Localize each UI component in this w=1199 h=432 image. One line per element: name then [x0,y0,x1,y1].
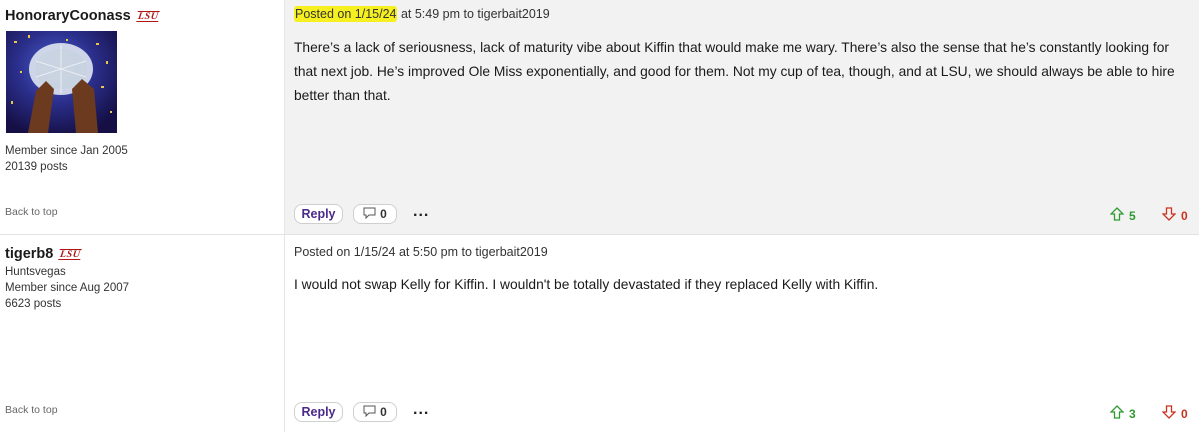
reply-button[interactable]: Reply [294,204,343,224]
downvote-button[interactable]: 0 [1161,207,1188,224]
member-since: Member since Jan 2005 [5,145,128,157]
author-username[interactable]: tigerb8 [5,246,53,262]
posted-reply-to: Posted on 1/15/24 at 5:50 pm to tigerbai… [294,245,548,259]
author-meta: Huntsvegas Member since Aug 2007 6623 po… [5,264,129,312]
back-to-top-link[interactable]: Back to top [5,404,58,416]
post-content: Posted on 1/15/24 at 5:49 pm to tigerbai… [285,0,1199,234]
post-count: 6623 posts [5,298,62,310]
post-author-panel: HonoraryCoonass LSU Member since Jan 200… [0,0,285,234]
downvote-count: 0 [1181,406,1188,421]
reply-button[interactable]: Reply [294,402,343,422]
post-count: 20139 posts [5,161,68,173]
post: HonoraryCoonass LSU Member since Jan 200… [0,0,1199,234]
author-meta: Member since Jan 2005 20139 posts [5,143,128,175]
author-username-row: HonoraryCoonass LSU [5,8,160,24]
more-options-button[interactable]: ... [413,401,429,419]
author-location: Huntsvegas [5,266,66,278]
comment-count: 0 [380,207,387,221]
upvote-button[interactable]: 5 [1109,207,1136,224]
back-to-top-link[interactable]: Back to top [5,206,58,218]
downvote-button[interactable]: 0 [1161,405,1188,422]
arrow-down-icon [1161,405,1177,422]
post-body: I would not swap Kelly for Kiffin. I wou… [294,277,879,292]
member-since: Member since Aug 2007 [5,282,130,294]
post-timestamp: Posted on 1/15/24 at 5:50 pm to tigerbai… [294,245,548,259]
author-username[interactable]: HonoraryCoonass [5,8,131,24]
downvote-count: 0 [1181,208,1188,223]
post-author-panel: tigerb8 LSU Huntsvegas Member since Aug … [0,235,285,432]
team-badge: LSU [135,10,160,22]
avatar [6,31,117,133]
post-content: Posted on 1/15/24 at 5:50 pm to tigerbai… [285,235,1199,432]
posted-reply-to: at 5:49 pm to tigerbait2019 [397,7,550,21]
arrow-up-icon [1109,207,1125,224]
speech-bubble-icon [363,207,376,222]
speech-bubble-icon [363,405,376,420]
team-badge: LSU [58,248,83,260]
highlighted-date: Posted on 1/15/24 [294,6,398,22]
author-username-row: tigerb8 LSU [5,246,83,262]
upvote-count: 5 [1129,208,1136,223]
upvote-button[interactable]: 3 [1109,405,1136,422]
post: tigerb8 LSU Huntsvegas Member since Aug … [0,234,1199,432]
arrow-down-icon [1161,207,1177,224]
post-body: There’s a lack of seriousness, lack of m… [294,40,1175,103]
post-timestamp: Posted on 1/15/24 at 5:49 pm to tigerbai… [294,6,550,22]
comment-count: 0 [380,405,387,419]
comment-button[interactable]: 0 [353,402,397,422]
more-options-button[interactable]: ... [413,203,429,221]
upvote-count: 3 [1129,406,1136,421]
arrow-up-icon [1109,405,1125,422]
comment-button[interactable]: 0 [353,204,397,224]
